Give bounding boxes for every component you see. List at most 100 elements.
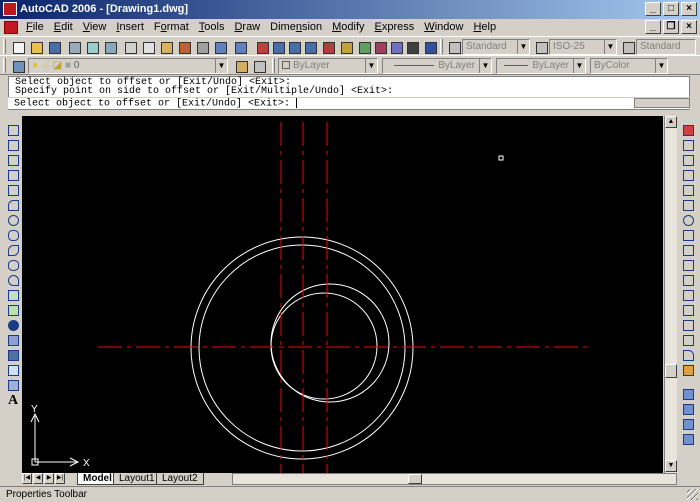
extend-icon[interactable] [680, 273, 695, 287]
spline-icon[interactable] [5, 243, 20, 257]
multiline-text-icon[interactable]: A [8, 393, 18, 409]
layer-combo[interactable]: ● ☼ ◪ ■ 0 ▼ [28, 58, 228, 74]
array-icon[interactable] [680, 183, 695, 197]
ellipse-icon[interactable] [5, 258, 20, 272]
text-style-icon[interactable] [446, 39, 461, 54]
doc-close-button[interactable]: × [681, 20, 697, 34]
command-input[interactable]: Select object to offset or [Exit/Undo] <… [8, 97, 690, 110]
text-style-combo[interactable]: Standard ▼ [462, 39, 530, 55]
tool-palettes-icon[interactable] [356, 39, 371, 54]
tab-layout1[interactable]: Layout1 [113, 473, 161, 485]
zoom-window-icon[interactable] [286, 39, 301, 54]
line-icon[interactable] [5, 123, 20, 137]
ellipse-arc-icon[interactable] [5, 273, 20, 287]
outer-circle[interactable] [190, 236, 414, 460]
table-style-icon[interactable] [620, 39, 635, 54]
make-layer-current-icon[interactable] [233, 58, 248, 73]
undo-icon[interactable] [212, 39, 227, 54]
plotstyle-combo[interactable]: ByColor ▼ [590, 58, 668, 74]
markup-icon[interactable] [388, 39, 403, 54]
autocad-app-icon[interactable] [3, 2, 17, 16]
break-icon[interactable] [680, 303, 695, 317]
menu-item-file[interactable]: File [21, 20, 49, 35]
menu-item-dimension[interactable]: Dimension [265, 20, 327, 35]
mirror-icon[interactable] [680, 153, 695, 167]
tab-model[interactable]: Model [77, 473, 118, 485]
construction-line-icon[interactable] [5, 138, 20, 152]
new-icon[interactable] [10, 39, 25, 54]
explode-icon[interactable] [680, 363, 695, 377]
revision-cloud-icon[interactable] [5, 228, 20, 242]
polyline-icon[interactable] [5, 153, 20, 167]
color-combo[interactable]: ByLayer ▼ [278, 58, 378, 74]
circle-icon[interactable] [5, 213, 20, 227]
offset-icon[interactable] [680, 168, 695, 182]
join-icon[interactable] [680, 318, 695, 332]
dim-style-combo[interactable]: ISO-25 ▼ [549, 39, 617, 55]
menu-item-modify[interactable]: Modify [327, 20, 369, 35]
redo-icon[interactable] [232, 39, 247, 54]
toolbar-grip[interactable] [272, 58, 275, 73]
send-to-back-icon[interactable] [680, 417, 695, 431]
table-style-combo[interactable]: Standard [636, 39, 696, 55]
linetype-combo[interactable]: ByLayer ▼ [382, 58, 492, 74]
cut-icon[interactable] [122, 39, 137, 54]
properties-icon[interactable] [320, 39, 335, 54]
toolbar-grip[interactable] [3, 39, 6, 54]
table-icon[interactable] [5, 378, 20, 392]
menu-item-edit[interactable]: Edit [49, 20, 78, 35]
zoom-realtime-icon[interactable] [270, 39, 285, 54]
rectangle-icon[interactable] [5, 183, 20, 197]
layer-manager-icon[interactable] [10, 58, 25, 73]
vertical-scroll-thumb[interactable] [665, 364, 677, 378]
horizontal-scrollbar[interactable] [232, 473, 677, 485]
menu-item-express[interactable]: Express [370, 20, 420, 35]
document-icon[interactable] [4, 21, 18, 34]
resize-grip[interactable] [687, 489, 698, 500]
preview-icon[interactable] [84, 39, 99, 54]
erase-icon[interactable] [680, 123, 695, 137]
previous-tab-icon[interactable]: ◀ [33, 473, 43, 484]
copy-object-icon[interactable] [680, 138, 695, 152]
horizontal-scroll-thumb[interactable] [408, 474, 422, 484]
chamfer-icon[interactable] [680, 333, 695, 347]
menu-item-window[interactable]: Window [419, 20, 468, 35]
draw-order-icon[interactable] [680, 387, 695, 401]
scroll-down-icon[interactable]: ▼ [665, 460, 677, 472]
next-tab-icon[interactable]: ▶ [44, 473, 54, 484]
calculator-icon[interactable] [404, 39, 419, 54]
move-icon[interactable] [680, 198, 695, 212]
open-icon[interactable] [28, 39, 43, 54]
sheet-set-icon[interactable] [372, 39, 387, 54]
menu-item-format[interactable]: Format [149, 20, 194, 35]
region-icon[interactable] [5, 363, 20, 377]
drawing-canvas[interactable]: Y X [22, 116, 663, 473]
save-icon[interactable] [46, 39, 61, 54]
print-icon[interactable] [66, 39, 81, 54]
inner-offset-circle[interactable] [198, 244, 406, 452]
menu-item-insert[interactable]: Insert [111, 20, 149, 35]
maximize-button[interactable]: □ [663, 2, 679, 16]
doc-restore-button[interactable]: ❐ [663, 20, 679, 34]
zoom-previous-icon[interactable] [302, 39, 317, 54]
rotate-icon[interactable] [680, 213, 695, 227]
menu-item-tools[interactable]: Tools [194, 20, 230, 35]
pan-icon[interactable] [254, 39, 269, 54]
break-at-point-icon[interactable] [680, 288, 695, 302]
block-editor-icon[interactable] [194, 39, 209, 54]
small-circle[interactable] [270, 283, 390, 403]
hatch-icon[interactable] [5, 333, 20, 347]
tab-layout2[interactable]: Layout2 [156, 473, 204, 485]
vertical-scrollbar[interactable]: ▲ ▼ [664, 116, 677, 473]
last-tab-icon[interactable]: ▶| [55, 473, 65, 484]
menu-item-help[interactable]: Help [468, 20, 501, 35]
design-center-icon[interactable] [338, 39, 353, 54]
arc-icon[interactable] [5, 198, 20, 212]
menu-item-draw[interactable]: Draw [229, 20, 265, 35]
help-icon[interactable] [422, 39, 437, 54]
layer-previous-icon[interactable] [251, 58, 266, 73]
menu-item-view[interactable]: View [78, 20, 112, 35]
toolbar-grip[interactable] [440, 39, 443, 54]
polygon-icon[interactable] [5, 168, 20, 182]
scale-icon[interactable] [680, 228, 695, 242]
